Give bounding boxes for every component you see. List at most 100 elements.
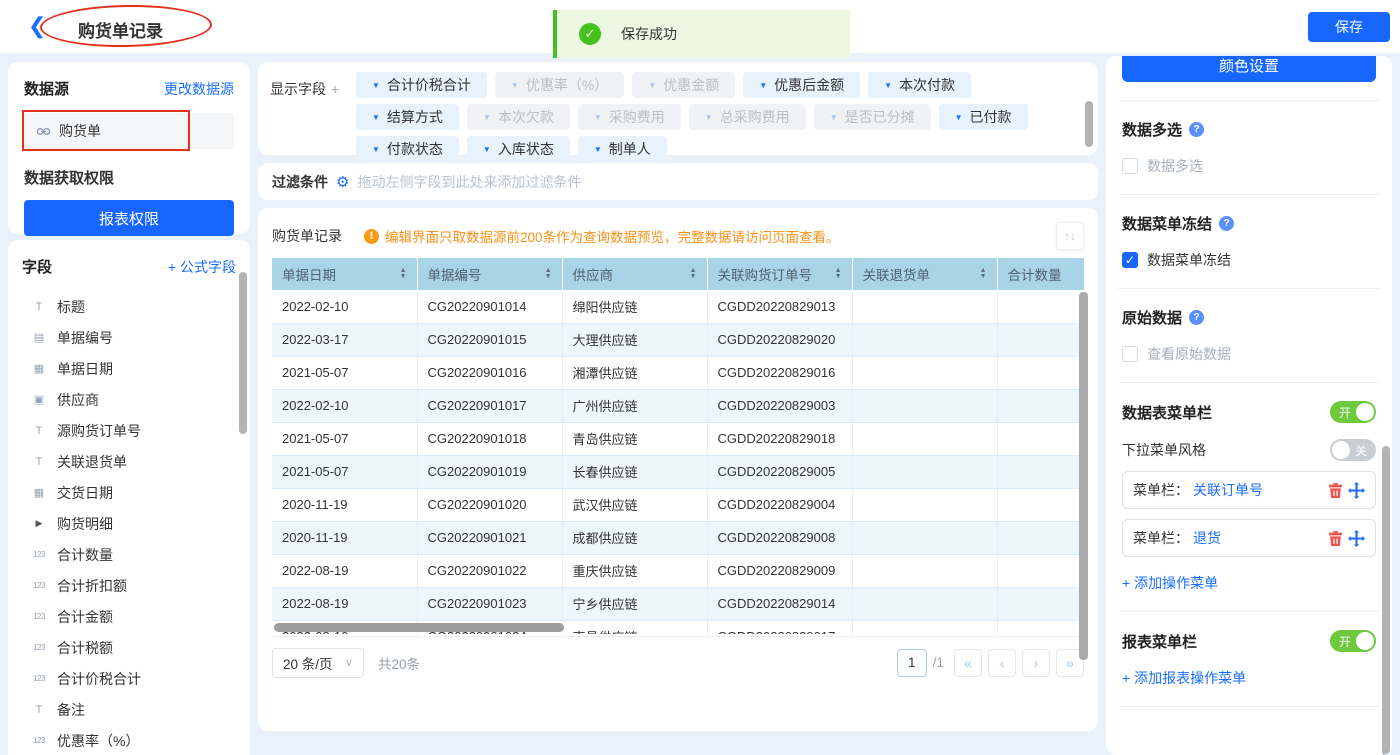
settings-scrollbar[interactable] <box>1382 446 1390 755</box>
menu-item-related-order[interactable]: 菜单栏： 关联订单号 <box>1122 471 1376 509</box>
table-row[interactable]: 2021-05-07CG20220901018青岛供应链CGDD20220829… <box>272 422 1084 455</box>
question-icon[interactable]: ? <box>1189 122 1204 137</box>
sort-carets-icon[interactable]: ▲▼ <box>835 268 842 280</box>
chip-settlement[interactable]: ▼结算方式 <box>356 104 459 130</box>
field-item-remark[interactable]: T备注 <box>22 694 236 725</box>
trash-icon[interactable] <box>1327 482 1344 499</box>
prev-page-button[interactable]: ‹ <box>988 649 1016 677</box>
chip-creator[interactable]: ▼制单人 <box>578 136 667 162</box>
add-formula-field-link[interactable]: + 公式字段 <box>168 257 236 277</box>
sort-order-button[interactable]: ↑↓ <box>1056 222 1084 250</box>
change-datasource-link[interactable]: 更改数据源 <box>164 79 234 99</box>
chip-inbound-status[interactable]: ▼入库状态 <box>467 136 570 162</box>
report-menubar-toggle[interactable]: 开 <box>1330 630 1376 652</box>
datasource-item[interactable]: 购货单 <box>24 113 234 149</box>
field-item-doc-date[interactable]: ▦单据日期 <box>22 353 236 384</box>
sort-carets-icon[interactable]: ▲▼ <box>400 268 407 280</box>
multi-select-checkbox[interactable] <box>1122 158 1138 174</box>
question-icon[interactable]: ? <box>1219 216 1234 231</box>
toggle-knob <box>1332 441 1350 459</box>
col-total-qty[interactable]: 合计数量 <box>997 258 1084 290</box>
chip-total-purchase-cost[interactable]: ▼总采购费用 <box>689 104 806 130</box>
datasource-panel: 数据源 更改数据源 购货单 数据获取权限 报表权限 <box>8 62 250 234</box>
col-supplier[interactable]: 供应商▲▼ <box>562 258 707 290</box>
settings-panel: 颜色设置 数据多选 ? 数据多选 数据菜单冻结 ? ✓ 数据菜单冻结 原始数据 … <box>1106 56 1392 755</box>
sort-carets-icon[interactable]: ▲▼ <box>980 268 987 280</box>
sort-carets-icon[interactable]: ▲▼ <box>690 268 697 280</box>
raw-data-checkbox[interactable] <box>1122 346 1138 362</box>
field-item-total-tax-incl[interactable]: 123合计价税合计 <box>22 663 236 694</box>
menu-item-return[interactable]: 菜单栏： 退货 <box>1122 519 1376 557</box>
table-row[interactable]: 2021-05-07CG20220901019长春供应链CGDD20220829… <box>272 455 1084 488</box>
chip-purchase-cost[interactable]: ▼采购费用 <box>578 104 681 130</box>
page-total: /1 <box>933 655 944 670</box>
field-item-source-order[interactable]: T源购货订单号 <box>22 415 236 446</box>
back-icon[interactable]: ❮ <box>28 14 46 38</box>
horizontal-scrollbar[interactable] <box>274 623 564 632</box>
caret-down-icon: ▼ <box>830 113 838 122</box>
table-row[interactable]: 2021-05-07CG20220901016湘潭供应链CGDD20220829… <box>272 356 1084 389</box>
field-item-purchase-detail[interactable]: ▶购货明细 <box>22 508 236 539</box>
calendar-icon: ▦ <box>30 362 48 375</box>
chip-payment-status[interactable]: ▼付款状态 <box>356 136 459 162</box>
chip-paid[interactable]: ▼已付款 <box>939 104 1028 130</box>
text-icon: T <box>30 301 48 313</box>
fields-title: 字段 <box>22 256 52 277</box>
field-item-return-doc[interactable]: T关联退货单 <box>22 446 236 477</box>
table-vertical-scrollbar[interactable] <box>1079 292 1088 660</box>
chip-allocated[interactable]: ▼是否已分摊 <box>814 104 931 130</box>
table-row[interactable]: 2020-11-19CG20220901020武汉供应链CGDD20220829… <box>272 488 1084 521</box>
report-permission-button[interactable]: 报表权限 <box>24 200 234 236</box>
field-item-delivery-date[interactable]: ▦交货日期 <box>22 477 236 508</box>
page-size-select[interactable]: 20 条/页 ∨ <box>272 648 364 678</box>
col-doc-date[interactable]: 单据日期▲▼ <box>272 258 417 290</box>
field-item-total-amount[interactable]: 123合计金额 <box>22 601 236 632</box>
dropdown-style-toggle[interactable]: 关 <box>1330 439 1376 461</box>
field-item-title[interactable]: T标题 <box>22 291 236 322</box>
field-item-total-tax[interactable]: 123合计税额 <box>22 632 236 663</box>
add-display-field-icon[interactable]: + <box>331 81 339 97</box>
col-doc-no[interactable]: 单据编号▲▼ <box>417 258 562 290</box>
number-icon: 123 <box>30 581 48 590</box>
table-row[interactable]: 2022-08-19CG20220901023宁乡供应链CGDD20220829… <box>272 587 1084 620</box>
fields-scrollbar[interactable] <box>239 272 247 434</box>
table-row[interactable]: 2022-02-10CG20220901017广州供应链CGDD20220829… <box>272 389 1084 422</box>
caret-down-icon: ▼ <box>372 81 380 90</box>
warning-icon: ! <box>364 229 379 244</box>
gear-icon[interactable]: ⚙ <box>336 173 349 191</box>
table-menubar-toggle[interactable]: 开 <box>1330 401 1376 423</box>
next-page-button[interactable]: › <box>1022 649 1050 677</box>
first-page-button[interactable]: « <box>954 649 982 677</box>
field-item-discount-rate[interactable]: 123优惠率（%） <box>22 725 236 755</box>
table-row[interactable]: 2022-08-19CG20220901022重庆供应链CGDD20220829… <box>272 554 1084 587</box>
col-related-order[interactable]: 关联购货订单号▲▼ <box>707 258 852 290</box>
page-number-input[interactable]: 1 <box>897 649 927 677</box>
add-action-menu-link[interactable]: + 添加操作菜单 <box>1122 573 1376 593</box>
table-row[interactable]: 2022-03-17CG20220901015大理供应链CGDD20220829… <box>272 323 1084 356</box>
chip-discount-rate[interactable]: ▼优惠率（%） <box>495 72 624 98</box>
field-item-total-discount[interactable]: 123合计折扣额 <box>22 570 236 601</box>
menu-freeze-checkbox[interactable]: ✓ <box>1122 252 1138 268</box>
chip-this-debt[interactable]: ▼本次欠款 <box>467 104 570 130</box>
add-report-action-menu-link[interactable]: + 添加报表操作菜单 <box>1122 668 1376 688</box>
question-icon[interactable]: ? <box>1189 310 1204 325</box>
trash-icon[interactable] <box>1327 530 1344 547</box>
color-settings-button[interactable]: 颜色设置 <box>1122 56 1376 82</box>
chip-after-discount[interactable]: ▼优惠后金额 <box>743 72 860 98</box>
field-item-doc-no[interactable]: ▤单据编号 <box>22 322 236 353</box>
table-row[interactable]: 2020-11-19CG20220901021成都供应链CGDD20220829… <box>272 521 1084 554</box>
col-related-return[interactable]: 关联退货单▲▼ <box>852 258 997 290</box>
table-row[interactable]: 2022-02-10CG20220901014绵阳供应链CGDD20220829… <box>272 290 1084 323</box>
caret-down-icon: ▼ <box>511 81 519 90</box>
chip-this-payment[interactable]: ▼本次付款 <box>868 72 971 98</box>
chips-scrollbar[interactable] <box>1085 101 1093 147</box>
save-button[interactable]: 保存 <box>1308 12 1390 42</box>
field-item-supplier[interactable]: ▣供应商 <box>22 384 236 415</box>
chip-discount-amount[interactable]: ▼优惠金额 <box>632 72 735 98</box>
field-item-total-qty[interactable]: 123合计数量 <box>22 539 236 570</box>
expand-arrow-icon[interactable]: ▶ <box>30 518 48 529</box>
move-icon[interactable] <box>1348 482 1365 499</box>
move-icon[interactable] <box>1348 530 1365 547</box>
sort-carets-icon[interactable]: ▲▼ <box>545 268 552 280</box>
chip-total-tax-incl[interactable]: ▼合计价税合计 <box>356 72 487 98</box>
